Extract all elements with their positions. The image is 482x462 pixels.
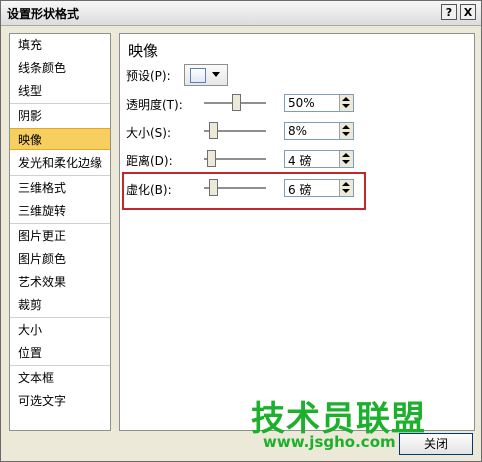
sidebar-item-picture-color[interactable]: 图片颜色	[10, 248, 110, 270]
distance-slider-thumb[interactable]	[207, 150, 216, 167]
watermark-url: www.jsgho.com	[263, 433, 396, 451]
sidebar-item-fill[interactable]: 填充	[10, 34, 110, 56]
chevron-down-icon	[212, 72, 220, 77]
preset-preview-icon	[190, 68, 206, 83]
title-bar: 设置形状格式 ? X	[1, 1, 481, 26]
sidebar-item-line-style[interactable]: 线型	[10, 80, 110, 102]
separator	[10, 103, 110, 104]
separator	[10, 223, 110, 224]
blur-value[interactable]: 6 磅	[288, 181, 311, 198]
sidebar-item-size[interactable]: 大小	[10, 319, 110, 341]
spin-up-icon[interactable]	[342, 182, 350, 186]
spin-up-icon[interactable]	[342, 153, 350, 157]
preset-dropdown[interactable]	[184, 64, 228, 86]
spin-down-icon[interactable]	[342, 104, 350, 108]
distance-label: 距离(D):	[126, 154, 173, 168]
category-list: 填充 线条颜色 线型 阴影 映像 发光和柔化边缘 三维格式 三维旋转 图片更正 …	[9, 33, 111, 431]
spin-down-icon[interactable]	[342, 189, 350, 193]
distance-value[interactable]: 4 磅	[288, 152, 311, 169]
sidebar-item-3d-rotation[interactable]: 三维旋转	[10, 200, 110, 222]
size-label: 大小(S):	[126, 126, 172, 140]
spin-down-icon[interactable]	[342, 132, 350, 136]
sidebar-item-3d-format[interactable]: 三维格式	[10, 177, 110, 199]
separator	[10, 365, 110, 366]
size-slider-thumb[interactable]	[209, 122, 218, 139]
sidebar-item-text-box[interactable]: 文本框	[10, 367, 110, 389]
size-spin-buttons[interactable]	[339, 123, 353, 139]
reflection-panel: 映像 预设(P): 透明度(T): 50% 大小(S): 8% 距离(D): 4…	[119, 33, 475, 431]
sidebar-item-position[interactable]: 位置	[10, 342, 110, 364]
spin-down-icon[interactable]	[342, 160, 350, 164]
format-shape-dialog: 设置形状格式 ? X 填充 线条颜色 线型 阴影 映像 发光和柔化边缘 三维格式…	[0, 0, 482, 462]
separator	[10, 317, 110, 318]
sidebar-item-artistic-effects[interactable]: 艺术效果	[10, 271, 110, 293]
help-button[interactable]: ?	[441, 4, 457, 20]
blur-slider-thumb[interactable]	[209, 179, 218, 196]
distance-spin-buttons[interactable]	[339, 151, 353, 167]
spin-up-icon[interactable]	[342, 97, 350, 101]
blur-spin-buttons[interactable]	[339, 180, 353, 196]
sidebar-item-line-color[interactable]: 线条颜色	[10, 57, 110, 79]
spin-up-icon[interactable]	[342, 125, 350, 129]
distance-stepper[interactable]: 4 磅	[284, 150, 354, 168]
transparency-slider-thumb[interactable]	[232, 94, 241, 111]
transparency-stepper[interactable]: 50%	[284, 94, 354, 112]
section-title: 映像	[128, 42, 159, 60]
size-stepper[interactable]: 8%	[284, 122, 354, 140]
sidebar-item-glow-soft-edges[interactable]: 发光和柔化边缘	[10, 152, 110, 174]
transparency-value[interactable]: 50%	[288, 96, 315, 110]
sidebar-item-shadow[interactable]: 阴影	[10, 105, 110, 127]
dialog-title: 设置形状格式	[7, 7, 80, 21]
preset-label: 预设(P):	[126, 69, 171, 83]
blur-label: 虚化(B):	[126, 183, 172, 197]
sidebar-item-crop[interactable]: 裁剪	[10, 294, 110, 316]
sidebar-item-reflection[interactable]: 映像	[10, 128, 110, 150]
size-value[interactable]: 8%	[288, 124, 307, 138]
transparency-spin-buttons[interactable]	[339, 95, 353, 111]
close-window-button[interactable]: X	[460, 4, 476, 20]
sidebar-item-picture-corrections[interactable]: 图片更正	[10, 225, 110, 247]
transparency-label: 透明度(T):	[126, 98, 183, 112]
sidebar-item-alt-text[interactable]: 可选文字	[10, 390, 110, 412]
separator	[10, 175, 110, 176]
blur-stepper[interactable]: 6 磅	[284, 179, 354, 197]
